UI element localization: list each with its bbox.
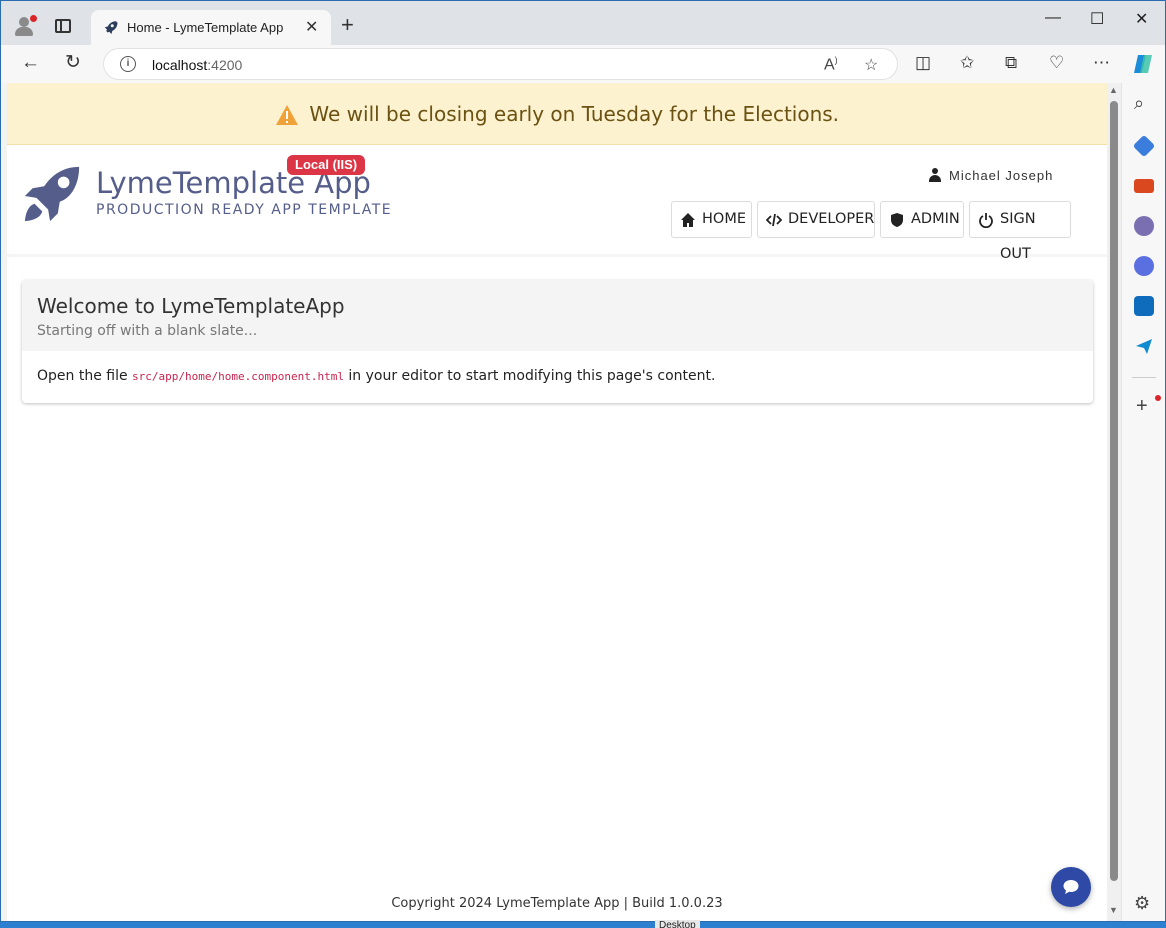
admin-button-label: ADMIN <box>911 211 960 227</box>
rocket-favicon-icon <box>104 21 118 34</box>
chat-bubble-icon <box>1063 880 1079 894</box>
card-title: Welcome to LymeTemplateApp <box>37 294 345 318</box>
outlook-icon[interactable] <box>1134 296 1154 316</box>
window-close-icon[interactable]: ✕ <box>1135 9 1148 29</box>
browser-essentials-icon[interactable]: ♡ <box>1049 54 1064 71</box>
notification-dot <box>1155 395 1161 401</box>
minimize-icon[interactable]: — <box>1045 9 1061 27</box>
profile-icon[interactable] <box>13 15 37 37</box>
chat-button[interactable] <box>1051 867 1091 907</box>
site-info-icon[interactable]: i <box>120 56 136 72</box>
rocket-logo-icon[interactable] <box>21 163 83 225</box>
read-aloud-icon[interactable]: A) <box>824 55 838 74</box>
refresh-icon[interactable]: ↻ <box>65 53 81 72</box>
code-icon <box>766 213 782 227</box>
developer-button[interactable]: DEVELOPER <box>757 201 875 238</box>
scroll-up-icon[interactable]: ▲ <box>1109 85 1118 95</box>
scroll-down-icon[interactable]: ▼ <box>1109 905 1118 915</box>
address-bar[interactable]: i localhost:4200 A) ☆ <box>103 48 898 80</box>
app-subtitle: PRODUCTION READY APP TEMPLATE <box>96 202 393 218</box>
power-icon <box>979 213 993 228</box>
welcome-card: Welcome to LymeTemplateApp Starting off … <box>22 280 1093 403</box>
shopping-tag-icon[interactable] <box>1132 134 1156 158</box>
microsoft365-icon[interactable] <box>1134 256 1154 276</box>
app-header: LymeTemplate App PRODUCTION READY APP TE… <box>7 145 1107 262</box>
warning-icon <box>275 104 298 125</box>
add-sidebar-app-icon[interactable]: + <box>1136 395 1148 418</box>
page-viewport: We will be closing early on Tuesday for … <box>7 83 1107 921</box>
user-icon <box>929 168 941 182</box>
games-icon[interactable] <box>1134 216 1154 236</box>
sign-out-button[interactable]: SIGN OUT <box>969 201 1071 262</box>
card-header: Welcome to LymeTemplateApp Starting off … <box>22 280 1093 351</box>
browser-window: Home - LymeTemplate App ✕ + — ☐ ✕ ← ↻ i … <box>0 0 1166 922</box>
copilot-icon[interactable] <box>1131 52 1155 76</box>
announcement-text: We will be closing early on Tuesday for … <box>309 102 840 126</box>
scrollbar-thumb[interactable] <box>1110 101 1118 881</box>
developer-button-label: DEVELOPER <box>788 211 875 227</box>
environment-badge: Local (IIS) <box>287 155 366 175</box>
url-text[interactable]: localhost:4200 <box>152 57 242 73</box>
card-subtitle: Starting off with a blank slate... <box>37 323 258 339</box>
more-options-icon[interactable]: ⋯ <box>1093 54 1110 71</box>
home-button[interactable]: HOME <box>671 201 752 238</box>
home-icon <box>681 213 695 227</box>
desktop-background: Desktop <box>0 920 1166 928</box>
announcement-banner: We will be closing early on Tuesday for … <box>7 83 1107 145</box>
admin-button[interactable]: ADMIN <box>880 201 964 238</box>
taskbar-label: Desktop <box>655 920 700 928</box>
file-path: src/app/home/home.component.html <box>132 370 344 383</box>
favorite-star-icon[interactable]: ☆ <box>864 55 878 75</box>
new-tab-icon[interactable]: + <box>341 14 354 36</box>
tab-home[interactable]: Home - LymeTemplate App ✕ <box>91 10 331 45</box>
tools-icon[interactable] <box>1134 179 1154 193</box>
back-icon[interactable]: ← <box>21 53 40 72</box>
tab-actions-icon[interactable] <box>55 19 71 33</box>
tab-title: Home - LymeTemplate App <box>127 20 284 35</box>
search-icon[interactable]: ⌕ <box>1134 93 1144 114</box>
user-display[interactable]: Michael Joseph <box>929 168 1053 183</box>
tab-strip: Home - LymeTemplate App ✕ + — ☐ ✕ <box>1 1 1165 45</box>
home-button-label: HOME <box>702 211 746 227</box>
page-footer: Copyright 2024 LymeTemplate App | Build … <box>391 896 723 911</box>
tab-close-icon[interactable]: ✕ <box>305 17 318 37</box>
send-icon[interactable] <box>1134 336 1154 356</box>
edge-sidebar: ⌕ + ⚙ <box>1121 83 1165 921</box>
sidebar-settings-icon[interactable]: ⚙ <box>1134 893 1150 914</box>
maximize-icon[interactable]: ☐ <box>1090 9 1104 29</box>
card-body: Open the file src/app/home/home.componen… <box>37 368 716 384</box>
collections-icon[interactable]: ⧉ <box>1005 54 1017 71</box>
sign-out-button-label: SIGN OUT <box>1000 211 1036 262</box>
browser-toolbar: ← ↻ i localhost:4200 A) ☆ ◫ ✩ ⧉ ♡ ⋯ <box>1 45 1165 83</box>
favorites-icon[interactable]: ✩ <box>960 54 974 71</box>
sidebar-divider <box>1132 377 1156 378</box>
shield-icon <box>891 213 903 227</box>
split-screen-icon[interactable]: ◫ <box>915 54 931 71</box>
user-name: Michael Joseph <box>949 168 1054 183</box>
page-scrollbar[interactable]: ▲ ▼ <box>1107 83 1121 921</box>
